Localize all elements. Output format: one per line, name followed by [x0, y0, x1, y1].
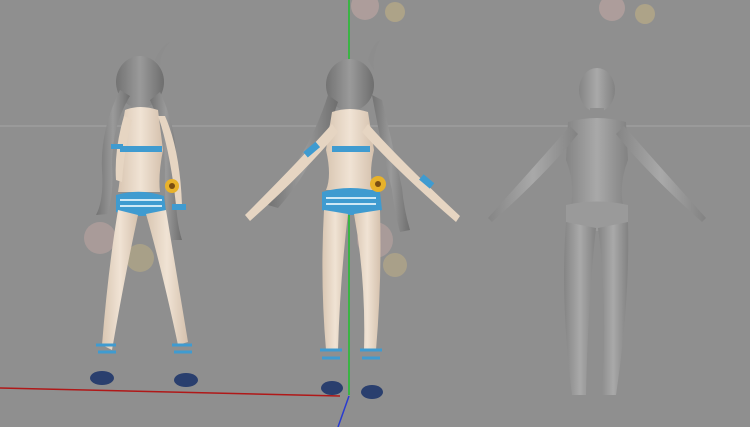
- character-figure-left[interactable]: [90, 42, 198, 387]
- 3d-viewport[interactable]: [0, 0, 750, 427]
- x-axis-line: [0, 387, 341, 397]
- posed-character-back-view-icon: [90, 42, 198, 387]
- background-sprite-1: [351, 0, 405, 22]
- character-figure-right[interactable]: [488, 68, 706, 395]
- character-figure-center[interactable]: [245, 40, 460, 399]
- background-sprite-2: [599, 0, 655, 24]
- z-axis-line: [337, 395, 350, 427]
- base-mesh-back-view-icon: [488, 68, 706, 395]
- viewport-canvas[interactable]: [0, 0, 750, 427]
- tpose-character-back-view-icon: [245, 40, 460, 399]
